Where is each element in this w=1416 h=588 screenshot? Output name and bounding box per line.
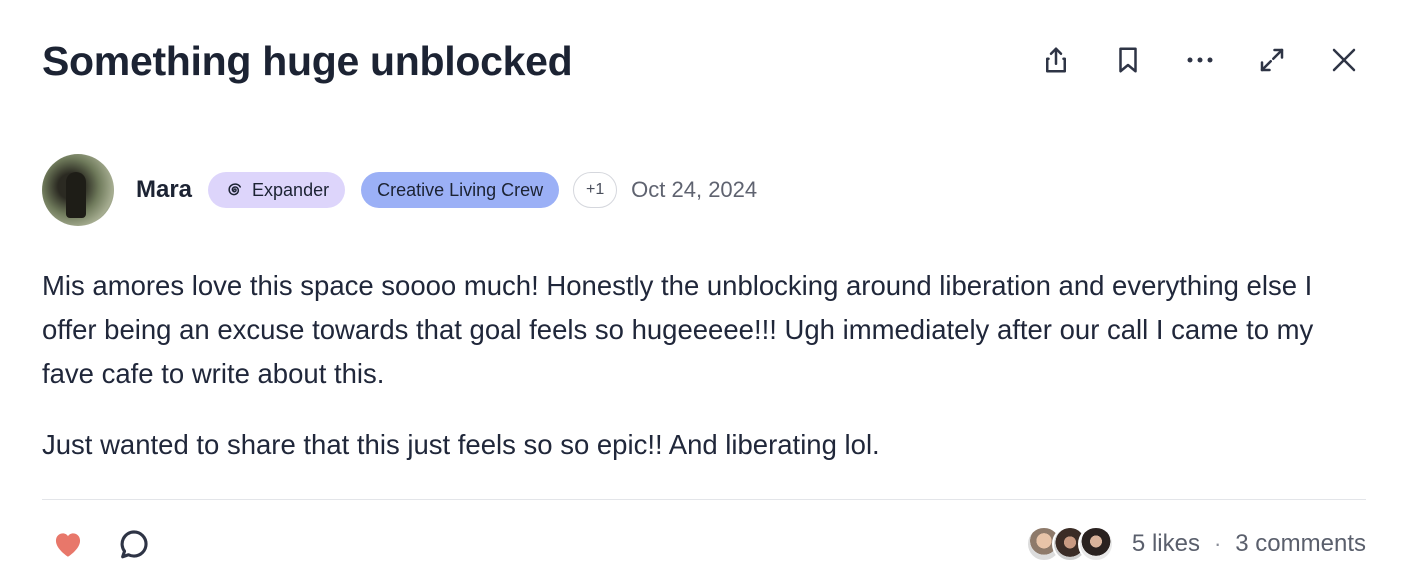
post-stats: 5 likes · 3 comments — [1025, 524, 1366, 564]
bookmark-button[interactable] — [1110, 40, 1146, 80]
bookmark-icon — [1119, 47, 1137, 73]
post-date: Oct 24, 2024 — [631, 177, 758, 202]
likers-avatars[interactable] — [1025, 526, 1114, 562]
post-body: Mis amores love this space soooo much! H… — [42, 264, 1372, 467]
post-meta: Mara Expander Creative Living Crew +1 Oc… — [42, 154, 757, 226]
share-button[interactable] — [1038, 40, 1074, 80]
post-actions — [48, 524, 154, 564]
comment-button[interactable] — [114, 524, 154, 564]
body-paragraph: Mis amores love this space soooo much! H… — [42, 270, 1314, 389]
like-button[interactable] — [48, 524, 88, 564]
comment-icon — [120, 530, 148, 559]
more-options-button[interactable] — [1182, 40, 1218, 80]
share-icon — [1046, 47, 1066, 73]
more-horizontal-icon — [1187, 57, 1213, 63]
group-badge[interactable]: Creative Living Crew — [361, 172, 560, 208]
divider — [42, 499, 1366, 500]
likes-count[interactable]: 5 likes — [1132, 530, 1200, 558]
author-name[interactable]: Mara — [136, 176, 192, 204]
close-button[interactable] — [1326, 40, 1362, 80]
close-icon — [1332, 48, 1356, 72]
level-badge-label: Expander — [252, 179, 330, 200]
author-avatar[interactable] — [42, 154, 114, 226]
comments-count[interactable]: 3 comments — [1235, 530, 1366, 558]
post-card: Something huge unblocked Mara Expander C… — [0, 0, 1416, 588]
expand-button[interactable] — [1254, 40, 1290, 80]
liker-avatar — [1077, 526, 1114, 562]
heart-icon — [55, 533, 81, 557]
level-badge: Expander — [208, 172, 346, 208]
expand-icon — [1260, 48, 1284, 72]
spiral-icon — [228, 183, 242, 196]
post-title: Something huge unblocked — [42, 38, 573, 84]
stats-separator: · — [1213, 531, 1222, 556]
body-paragraph: Just wanted to share that this just feel… — [42, 429, 880, 460]
post-toolbar — [1038, 40, 1362, 80]
more-badges-button[interactable]: +1 — [573, 172, 618, 208]
